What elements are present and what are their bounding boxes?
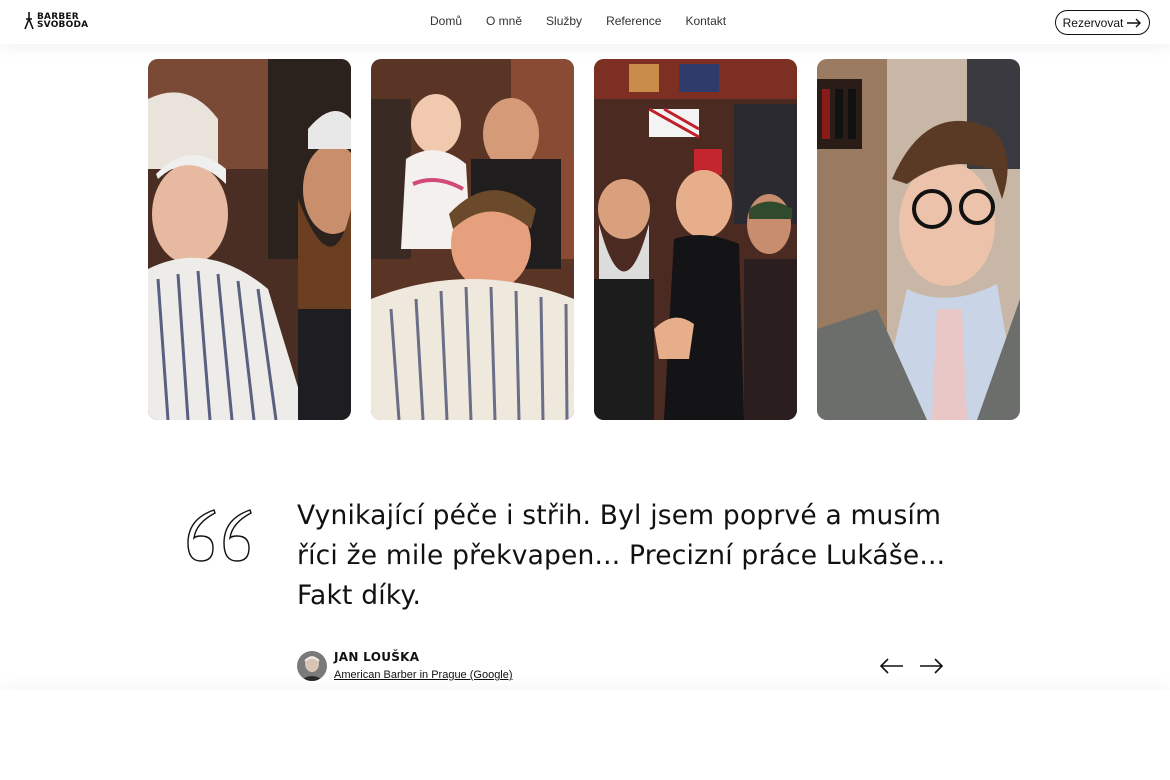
photo-gallery: [148, 59, 1020, 420]
main-nav: Domů O mně Služby Reference Kontakt: [430, 14, 726, 28]
testimonial-controls: [879, 656, 944, 676]
author-source-link[interactable]: American Barber in Prague (Google): [334, 669, 513, 681]
author-info: JAN LOUŠKA American Barber in Prague (Go…: [334, 649, 513, 683]
logo-text: BARBER SVOBODA: [37, 13, 89, 30]
page-bottom-band: [0, 690, 1170, 780]
arrow-right-icon: [920, 658, 944, 674]
gallery-photo-2[interactable]: [371, 59, 574, 420]
photo-2-image: [371, 59, 574, 420]
nav-item-home[interactable]: Domů: [430, 14, 462, 28]
reserve-button[interactable]: Rezervovat: [1055, 10, 1150, 35]
author-name: JAN LOUŠKA: [334, 650, 420, 664]
photo-4-image: [817, 59, 1020, 420]
next-testimonial-button[interactable]: [919, 656, 944, 676]
site-header: BARBER SVOBODA Domů O mně Služby Referen…: [0, 0, 1170, 44]
logo[interactable]: BARBER SVOBODA: [24, 12, 88, 30]
logo-mark-icon: [24, 12, 34, 30]
arrow-left-icon: [879, 658, 903, 674]
arrow-right-icon: [1127, 18, 1142, 27]
nav-item-about[interactable]: O mně: [486, 14, 522, 28]
logo-line-2: SVOBODA: [37, 20, 89, 30]
avatar: [297, 651, 327, 681]
photo-3-image: [594, 59, 797, 420]
nav-item-contact[interactable]: Kontakt: [685, 14, 726, 28]
testimonial-quote: Vynikající péče i střih. Byl jsem poprvé…: [297, 500, 946, 611]
photo-1-image: [148, 59, 351, 420]
reserve-button-label: Rezervovat: [1062, 15, 1124, 30]
gallery-photo-4[interactable]: [817, 59, 1020, 420]
nav-item-services[interactable]: Služby: [546, 14, 582, 28]
gallery-photo-1[interactable]: [148, 59, 351, 420]
prev-testimonial-button[interactable]: [879, 656, 904, 676]
quote-mark-icon: [187, 509, 252, 562]
testimonial-author: JAN LOUŠKA American Barber in Prague (Go…: [297, 649, 513, 683]
nav-item-references[interactable]: Reference: [606, 14, 661, 28]
gallery-photo-3[interactable]: [594, 59, 797, 420]
